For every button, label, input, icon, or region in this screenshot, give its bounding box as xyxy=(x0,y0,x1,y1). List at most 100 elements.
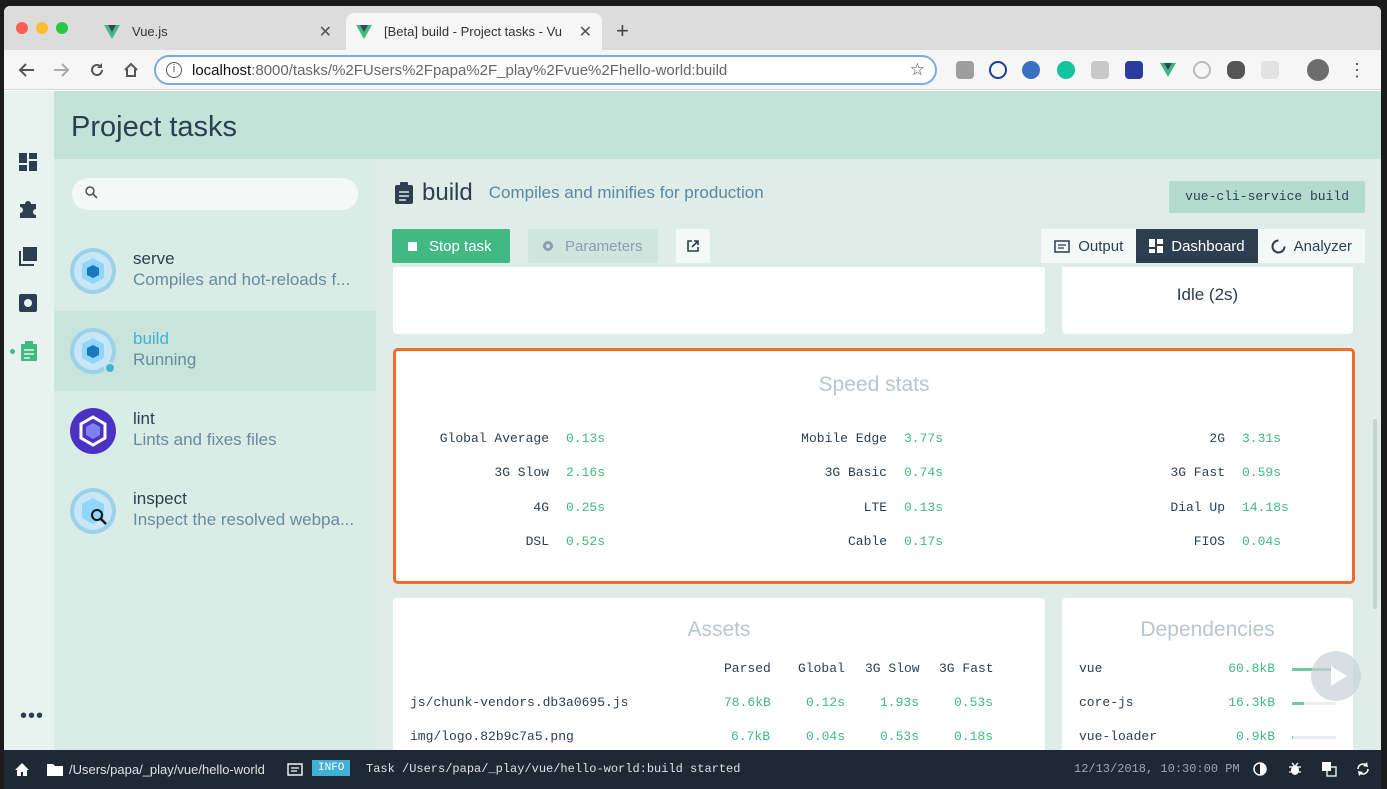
zoom-window-button[interactable] xyxy=(56,22,68,34)
bookmark-star-icon[interactable]: ☆ xyxy=(910,60,925,80)
tab-bar: Vue.js ✕ [Beta] build - Project tasks - … xyxy=(4,6,1381,50)
browser-toolbar: i localhost:8000/tasks/%2FUsers%2Fpapa%2… xyxy=(4,50,1381,90)
speed-stat-value: 3.77s xyxy=(904,431,944,446)
status-card: Idle (2s) xyxy=(1062,267,1353,334)
output-tab[interactable]: Output xyxy=(1041,229,1137,263)
eslint-icon xyxy=(70,408,116,454)
command-badge: vue-cli-service build xyxy=(1169,181,1365,213)
console-log-icon[interactable] xyxy=(287,763,303,776)
speed-stat-value: 0.13s xyxy=(566,431,606,446)
webpack-icon xyxy=(70,328,116,374)
webpack-inspect-icon xyxy=(70,488,116,534)
speed-stat-label: 4G xyxy=(533,500,549,515)
close-tab-icon[interactable]: ✕ xyxy=(319,22,332,42)
url-text: localhost:8000/tasks/%2FUsers%2Fpapa%2F_… xyxy=(192,61,728,79)
task-header: build Compiles and minifies for producti… xyxy=(394,179,764,207)
folder-icon xyxy=(47,764,63,776)
speed-stat-value: 0.25s xyxy=(566,500,606,515)
extension-vue-devtools-icon[interactable] xyxy=(1159,61,1177,79)
site-info-icon[interactable]: i xyxy=(166,62,182,78)
browser-tab-build[interactable]: [Beta] build - Project tasks - Vu ✕ xyxy=(346,13,602,50)
speed-stat-label: LTE xyxy=(863,500,887,515)
dark-mode-icon[interactable] xyxy=(1253,762,1267,776)
refresh-icon[interactable] xyxy=(1355,761,1371,777)
dashboard-icon[interactable] xyxy=(17,151,39,173)
clipboard-icon xyxy=(395,182,413,204)
bug-report-icon[interactable] xyxy=(1288,761,1302,776)
column-header: 3G Fast xyxy=(939,661,994,676)
browser-tab-vuejs[interactable]: Vue.js ✕ xyxy=(94,13,342,50)
status-text: Idle (2s) xyxy=(1176,285,1239,304)
search-icon xyxy=(85,186,98,199)
dependency-size: 16.3kB xyxy=(1228,695,1275,710)
minimize-window-button[interactable] xyxy=(36,22,48,34)
speed-stat-label: 3G Slow xyxy=(494,465,549,480)
extension-grammarly-icon[interactable] xyxy=(1057,61,1075,79)
speed-stat-value: 14.18s xyxy=(1242,500,1289,515)
task-item-inspect[interactable]: inspect Inspect the resolved webpa... xyxy=(54,471,376,551)
configuration-icon[interactable] xyxy=(17,292,39,314)
more-icon[interactable]: ••• xyxy=(20,705,44,728)
extension-clock-icon[interactable] xyxy=(1193,61,1211,79)
extension-puzzle-icon[interactable] xyxy=(1227,61,1245,79)
page-header: Project tasks xyxy=(54,91,1381,159)
webpack-icon xyxy=(70,248,116,294)
extension-opera-icon[interactable] xyxy=(1022,61,1040,79)
back-icon[interactable] xyxy=(18,62,36,78)
asset-slow: 0.53s xyxy=(880,729,920,744)
asset-slow: 1.93s xyxy=(880,695,920,710)
asset-parsed: 6.7kB xyxy=(731,729,771,744)
scrollbar[interactable] xyxy=(1373,419,1377,609)
task-item-serve[interactable]: serve Compiles and hot-reloads f... xyxy=(54,231,376,311)
asset-global: 0.12s xyxy=(806,695,846,710)
search-input[interactable] xyxy=(72,178,358,210)
tab-title: [Beta] build - Project tasks - Vu xyxy=(384,24,562,39)
task-name: inspect xyxy=(133,489,187,508)
speed-stat-label: Mobile Edge xyxy=(801,431,887,446)
asset-name: js/chunk-vendors.db3a0695.js xyxy=(410,695,629,710)
stop-icon xyxy=(408,241,417,251)
speed-stat-label: Global Average xyxy=(439,431,549,446)
close-tab-icon[interactable]: ✕ xyxy=(579,22,592,42)
extension-bookmark-icon[interactable] xyxy=(1125,61,1143,79)
speed-stats-title: Speed stats xyxy=(818,373,930,396)
dependencies-card: Dependencies vue 60.8kB core-js 16.3kB vue-l… xyxy=(1062,598,1353,750)
dependencies-icon[interactable] xyxy=(17,245,39,267)
reload-icon[interactable] xyxy=(88,61,106,79)
home-icon[interactable] xyxy=(14,762,30,777)
extension-blank-icon[interactable] xyxy=(1261,61,1279,79)
project-path[interactable]: /Users/papa/_play/vue/hello-world xyxy=(69,762,265,777)
forward-icon[interactable] xyxy=(52,62,70,78)
task-item-lint[interactable]: lint Lints and fixes files xyxy=(54,391,376,471)
dependency-name: vue xyxy=(1079,661,1103,676)
task-description: Inspect the resolved webpa... xyxy=(133,510,355,529)
profile-avatar[interactable] xyxy=(1307,59,1329,81)
translate-icon[interactable] xyxy=(1321,761,1337,777)
new-tab-button[interactable]: + xyxy=(616,18,629,44)
close-window-button[interactable] xyxy=(16,22,28,34)
speed-stat-label: 3G Basic xyxy=(824,465,887,480)
play-overlay-button[interactable] xyxy=(1311,651,1361,701)
analyzer-tab[interactable]: Analyzer xyxy=(1257,229,1365,263)
vue-ui-app: ••• Project tasks serve Compiles and hot… xyxy=(4,91,1381,750)
address-bar[interactable]: i localhost:8000/tasks/%2FUsers%2Fpapa%2… xyxy=(154,55,937,85)
status-bar: /Users/papa/_play/vue/hello-world INFO T… xyxy=(4,750,1381,789)
parameters-button[interactable]: Parameters xyxy=(528,229,658,263)
home-icon[interactable] xyxy=(122,61,140,79)
parameters-label: Parameters xyxy=(565,237,643,255)
speed-stat-value: 0.13s xyxy=(904,500,944,515)
speed-stat-value: 3.31s xyxy=(1242,431,1282,446)
plugins-icon[interactable] xyxy=(17,198,39,220)
dashboard-tab[interactable]: Dashboard xyxy=(1136,229,1258,263)
speed-stat-label: FIOS xyxy=(1193,534,1225,549)
extension-generic-icon[interactable] xyxy=(1091,61,1109,79)
open-external-button[interactable] xyxy=(676,229,710,263)
stop-task-button[interactable]: Stop task xyxy=(392,229,510,263)
tasks-icon[interactable] xyxy=(18,340,40,362)
task-item-build[interactable]: build Running xyxy=(54,311,376,391)
assets-title: Assets xyxy=(687,618,751,641)
browser-menu-icon[interactable]: ⋮ xyxy=(1348,60,1366,80)
extension-1password-icon[interactable] xyxy=(989,61,1007,79)
extension-copy-icon[interactable] xyxy=(956,61,974,79)
task-details: build Compiles and minifies for producti… xyxy=(376,159,1381,750)
